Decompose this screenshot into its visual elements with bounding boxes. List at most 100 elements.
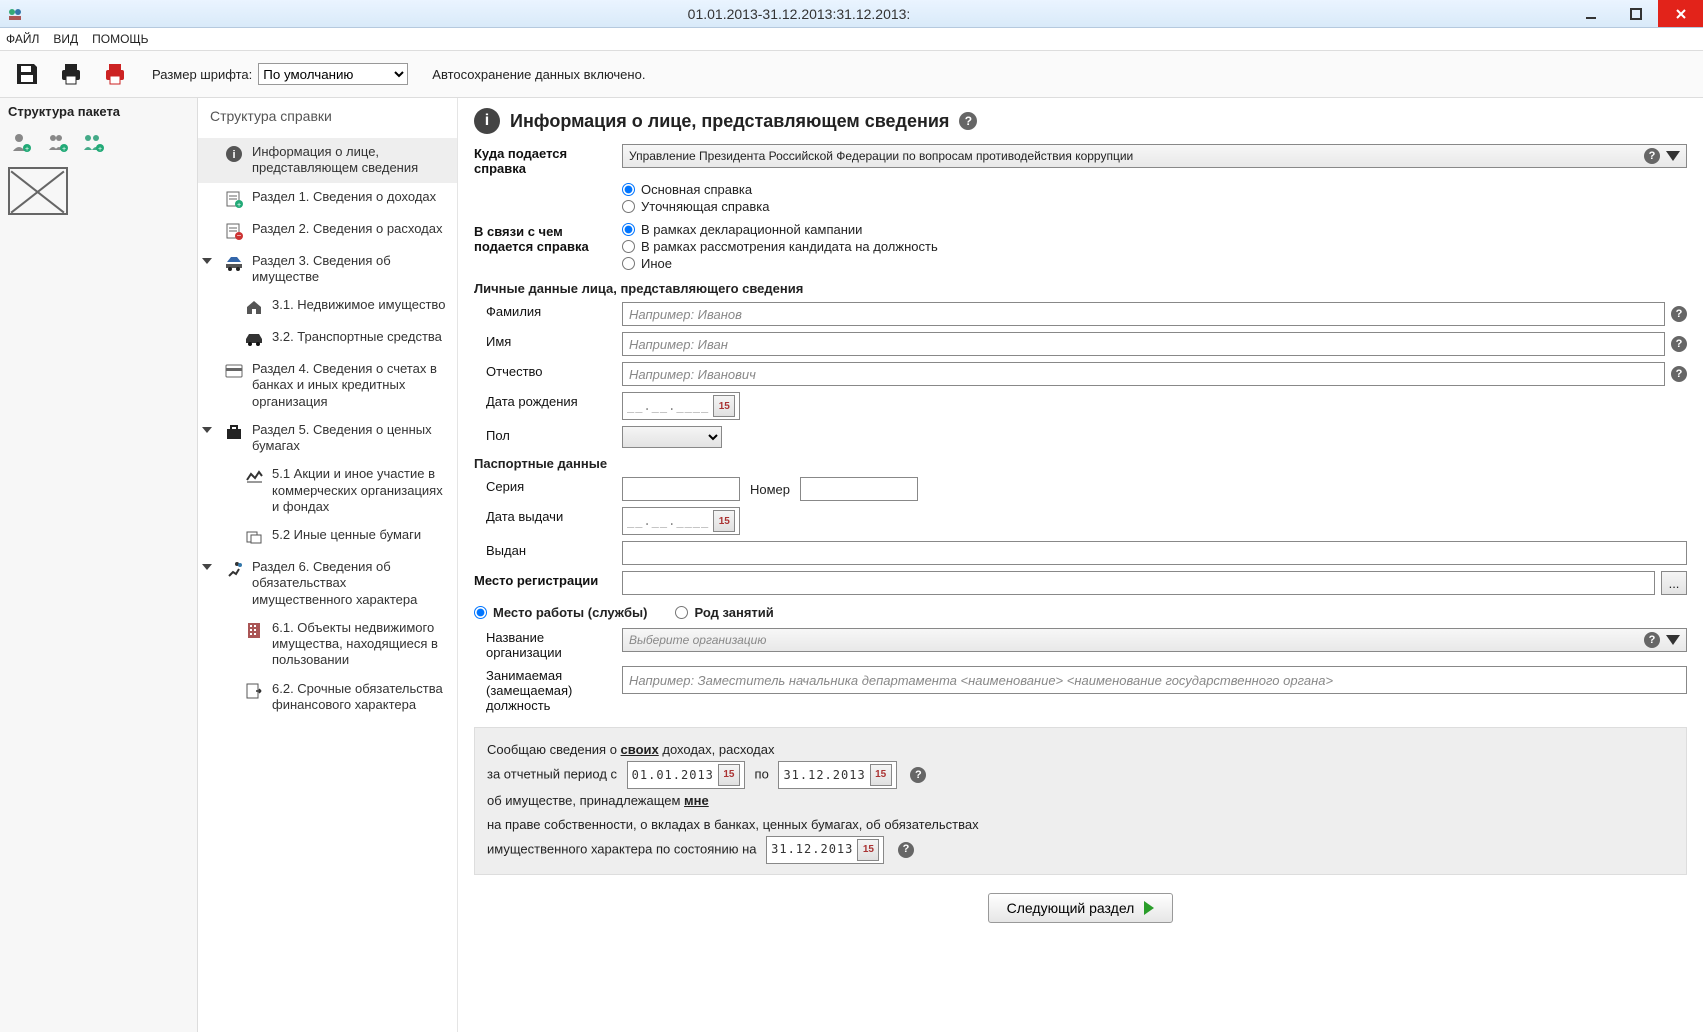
card-icon xyxy=(224,361,244,381)
as-of-date[interactable]: 31.12.201315 xyxy=(766,836,884,864)
nav-item-section3-1[interactable]: 3.1. Недвижимое имущество xyxy=(198,291,457,323)
calendar-icon[interactable]: 15 xyxy=(713,510,735,532)
minimize-button[interactable] xyxy=(1568,0,1613,27)
package-thumbnail[interactable] xyxy=(8,167,68,215)
help-icon[interactable]: ? xyxy=(910,767,926,783)
print-red-button[interactable] xyxy=(98,57,132,91)
series-input[interactable] xyxy=(622,477,740,501)
help-icon[interactable]: ? xyxy=(959,112,977,130)
reg-input[interactable] xyxy=(622,571,1655,595)
chart-icon xyxy=(244,466,264,486)
menu-help[interactable]: ПОМОЩЬ xyxy=(92,32,148,46)
autosave-status: Автосохранение данных включено. xyxy=(432,67,645,82)
expander-icon[interactable] xyxy=(204,257,214,267)
dob-date[interactable]: __.__.____ 15 xyxy=(622,392,740,420)
help-icon[interactable]: ? xyxy=(898,842,914,858)
svg-text:+: + xyxy=(98,146,102,153)
calendar-icon[interactable]: 15 xyxy=(870,764,892,786)
nav-item-section6-1[interactable]: 6.1. Объекты недвижимого имущества, нахо… xyxy=(198,614,457,675)
svg-text:−: − xyxy=(237,231,242,240)
type-main-radio[interactable] xyxy=(622,183,635,196)
toolbar: Размер шрифта: По умолчанию Автосохранен… xyxy=(0,50,1703,98)
expander-icon[interactable] xyxy=(204,563,214,573)
menu-view[interactable]: ВИД xyxy=(53,32,78,46)
nav-item-section3[interactable]: Раздел 3. Сведения об имуществе xyxy=(198,247,457,292)
calendar-icon[interactable]: 15 xyxy=(718,764,740,786)
save-button[interactable] xyxy=(10,57,44,91)
nav-item-label: Раздел 5. Сведения о ценных бумагах xyxy=(252,422,447,455)
window-buttons xyxy=(1568,0,1703,27)
lastname-input[interactable] xyxy=(622,302,1665,326)
nav-item-section6[interactable]: Раздел 6. Сведения об обязательствах иму… xyxy=(198,553,457,614)
number-input[interactable] xyxy=(800,477,918,501)
font-size-label: Размер шрифта: xyxy=(152,67,252,82)
nav-item-label: Раздел 6. Сведения об обязательствах иму… xyxy=(252,559,447,608)
menu-file[interactable]: ФАЙЛ xyxy=(6,32,39,46)
form-panel: i Информация о лице, представляющем свед… xyxy=(458,98,1703,1032)
nav-item-label: Раздел 2. Сведения о расходах xyxy=(252,221,442,237)
help-icon[interactable]: ? xyxy=(1644,148,1660,164)
font-size-select[interactable]: По умолчанию xyxy=(258,63,408,85)
dest-combo[interactable]: Управление Президента Российской Федерац… xyxy=(622,144,1687,168)
passport-header: Паспортные данные xyxy=(474,456,1687,471)
dest-combo-value: Управление Президента Российской Федерац… xyxy=(629,149,1638,163)
reason-campaign-radio[interactable] xyxy=(622,223,635,236)
calendar-icon[interactable]: 15 xyxy=(713,395,735,417)
nav-item-section5-1[interactable]: 5.1 Акции и иное участие в коммерческих … xyxy=(198,460,457,521)
firstname-input[interactable] xyxy=(622,332,1665,356)
package-actions: + + + xyxy=(0,125,197,163)
svg-text:+: + xyxy=(237,202,241,208)
nav-item-section2[interactable]: − Раздел 2. Сведения о расходах xyxy=(198,215,457,247)
reason-candidate-radio[interactable] xyxy=(622,240,635,253)
add-pair-icon[interactable]: + xyxy=(46,131,68,153)
add-group-icon[interactable]: + xyxy=(82,131,104,153)
print-button[interactable] xyxy=(54,57,88,91)
expander-icon[interactable] xyxy=(204,426,214,436)
org-combo[interactable]: Выберите организацию ? xyxy=(622,628,1687,652)
calendar-icon[interactable]: 15 xyxy=(857,839,879,861)
nav-item-section5-2[interactable]: 5.2 Иные ценные бумаги xyxy=(198,521,457,553)
reg-more-button[interactable]: ... xyxy=(1661,571,1687,595)
gender-label: Пол xyxy=(474,426,622,443)
period-to-date[interactable]: 31.12.201315 xyxy=(778,761,896,789)
next-section-button[interactable]: Следующий раздел xyxy=(988,893,1174,923)
securities-icon xyxy=(244,527,264,547)
issue-date[interactable]: __.__.____ 15 xyxy=(622,507,740,535)
gender-select[interactable] xyxy=(622,426,722,448)
tab-work-radio[interactable] xyxy=(474,606,487,619)
nav-item-section6-2[interactable]: 6.2. Срочные обязательства финансового х… xyxy=(198,675,457,720)
reason-other-radio[interactable] xyxy=(622,257,635,270)
summary-me-link[interactable]: мне xyxy=(684,793,709,808)
help-icon[interactable]: ? xyxy=(1671,306,1687,322)
help-icon[interactable]: ? xyxy=(1671,366,1687,382)
org-label: Название организации xyxy=(474,628,622,660)
app-icon xyxy=(6,5,24,23)
tab-work-label: Место работы (службы) xyxy=(493,605,647,620)
tab-occupation-radio[interactable] xyxy=(675,606,688,619)
close-button[interactable] xyxy=(1658,0,1703,27)
midname-input[interactable] xyxy=(622,362,1665,386)
type-correct-radio[interactable] xyxy=(622,200,635,213)
chevron-down-icon xyxy=(1666,635,1680,645)
nav-item-label: 6.1. Объекты недвижимого имущества, нахо… xyxy=(272,620,447,669)
add-person-icon[interactable]: + xyxy=(10,131,32,153)
menu-bar: ФАЙЛ ВИД ПОМОЩЬ xyxy=(0,28,1703,50)
help-icon[interactable]: ? xyxy=(1644,632,1660,648)
period-from-date[interactable]: 01.01.201315 xyxy=(627,761,745,789)
running-person-icon xyxy=(224,559,244,579)
nav-item-info[interactable]: i Информация о лице, представляющем свед… xyxy=(198,138,457,183)
reg-label: Место регистрации xyxy=(474,571,622,588)
help-icon[interactable]: ? xyxy=(1671,336,1687,352)
building-icon xyxy=(244,620,264,640)
nav-item-section4[interactable]: Раздел 4. Сведения о счетах в банках и и… xyxy=(198,355,457,416)
type-main-label: Основная справка xyxy=(641,182,752,197)
issued-by-input[interactable] xyxy=(622,541,1687,565)
nav-item-section5[interactable]: Раздел 5. Сведения о ценных бумагах xyxy=(198,416,457,461)
nav-item-section3-2[interactable]: 3.2. Транспортные средства xyxy=(198,323,457,355)
type-correct-label: Уточняющая справка xyxy=(641,199,769,214)
nav-item-section1[interactable]: + Раздел 1. Сведения о доходах xyxy=(198,183,457,215)
maximize-button[interactable] xyxy=(1613,0,1658,27)
dest-label: Куда подается справка xyxy=(474,144,622,176)
position-input[interactable] xyxy=(622,666,1687,694)
summary-own-link[interactable]: своих xyxy=(621,742,659,757)
